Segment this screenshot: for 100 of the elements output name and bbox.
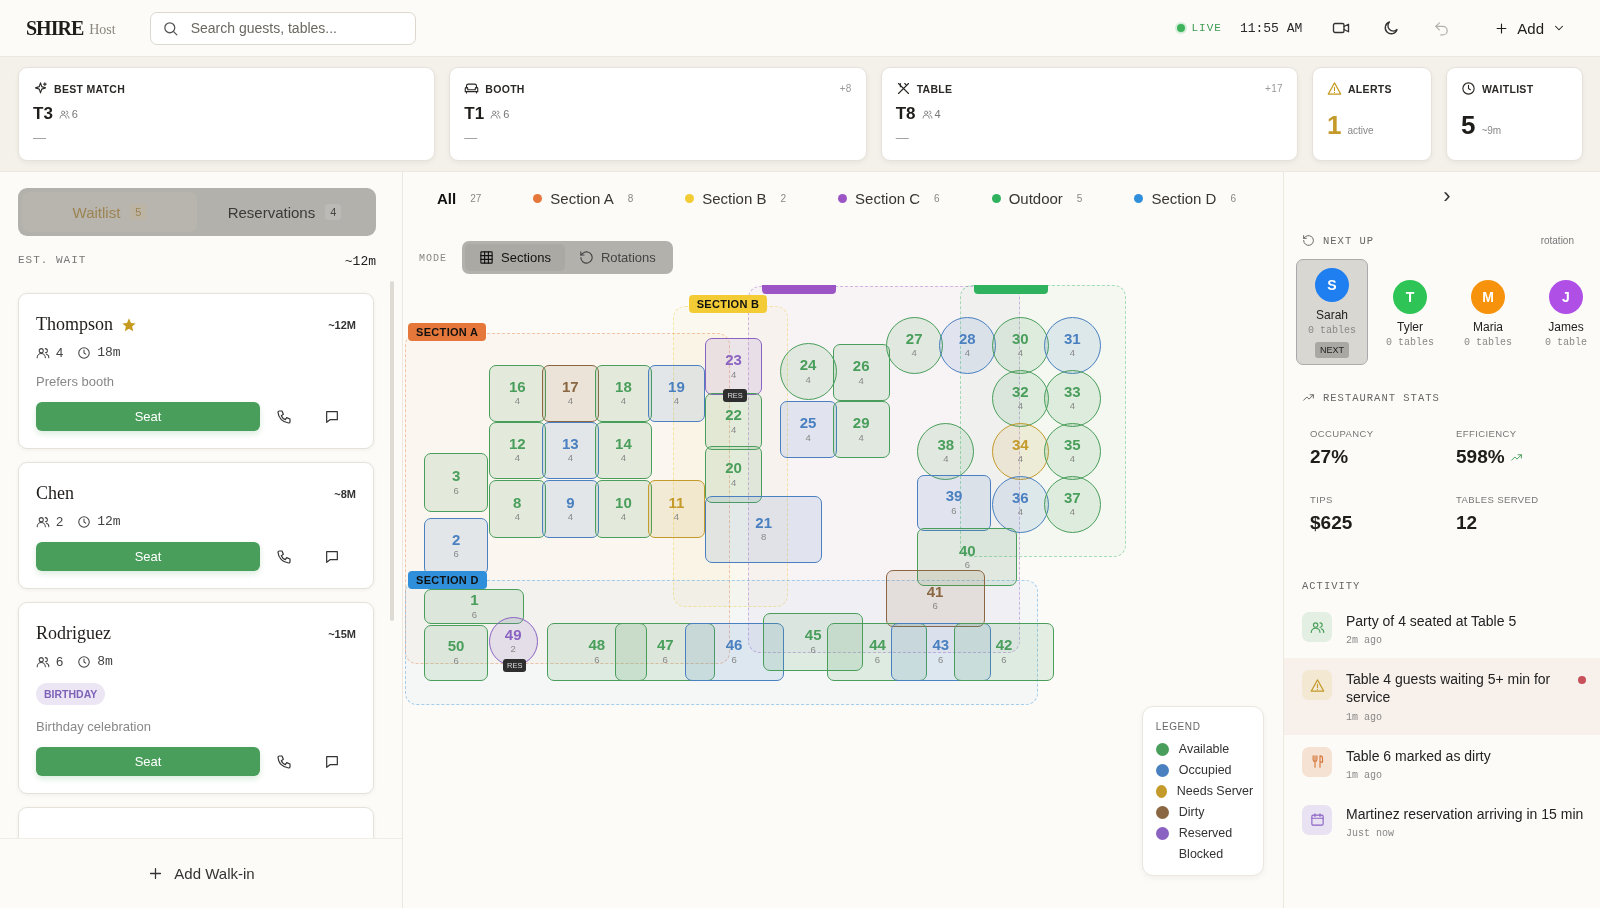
table-marker[interactable]: 28 4 [938,316,996,374]
server-card[interactable]: T Tyler 0 tables [1374,259,1446,365]
table-marker[interactable]: 33 4 [1043,369,1101,427]
section-filter[interactable]: Section D 6 [1134,189,1236,207]
activity-item[interactable]: Table 4 guests waiting 5+ min for service 1m ago [1284,658,1600,735]
logo: SHIRE [26,16,84,40]
server-avatar: S [1315,268,1349,302]
table-marker[interactable]: 11 4 [647,479,706,539]
section-filter[interactable]: Section B 2 [685,189,787,207]
table-marker[interactable]: 46 6 [684,622,784,681]
clock-icon [1461,81,1476,96]
match-card[interactable]: TABLE +17 T8 4 — [880,67,1298,161]
tab[interactable]: Reservations 4 [197,192,372,232]
party-name: Rodriguez [36,623,111,644]
server-card[interactable]: M Maria 0 tables [1452,259,1524,365]
stat-card[interactable]: ALERTS 1 active [1312,67,1432,161]
table-marker[interactable]: 10 4 [594,479,652,539]
table-marker[interactable]: 18 4 [594,364,652,422]
table-marker[interactable]: 16 4 [488,364,546,422]
match-card[interactable]: BEST MATCH T3 6 — [18,67,436,161]
section-filter[interactable]: Section A 8 [533,189,634,207]
live-dot [1177,24,1186,32]
table-marker[interactable]: 9 4 [541,479,599,539]
activity-text: Table 6 marked as dirty [1346,746,1492,765]
phone-icon [276,408,292,425]
legend-title: LEGEND [1155,721,1202,733]
table-marker[interactable]: 32 4 [991,369,1049,427]
sparkle-icon [33,81,48,96]
collapse-button[interactable]: › [1439,185,1455,207]
clock-icon [77,654,92,669]
section-filter[interactable]: All 27 [437,189,482,207]
table-marker[interactable]: 40 6 [917,527,1018,586]
table-marker[interactable]: 45 6 [763,612,864,671]
table-marker[interactable]: 36 4 [991,475,1049,533]
table-marker[interactable]: 13 4 [541,421,599,479]
legend-label: Blocked [1178,847,1224,862]
table-marker[interactable]: 3 6 [424,453,488,512]
table-marker[interactable]: 34 4 [991,422,1049,480]
server-avatar: M [1471,280,1505,314]
warning-icon [1309,677,1325,693]
seat-button[interactable]: Seat [36,402,260,431]
server-name: Maria [1473,320,1503,334]
stat-card[interactable]: WAITLIST 5 ~9m [1446,67,1583,161]
mode-option[interactable]: Sections [465,244,565,271]
match-card[interactable]: BOOTH +8 T1 6 — [449,67,867,161]
stat-label: OCCUPANCY [1310,428,1375,439]
rotate-icon [578,250,594,265]
stat-value: 5 [1461,110,1476,141]
table-marker[interactable]: 50 6 [424,624,488,681]
server-name: Tyler [1397,320,1423,334]
elapsed-time: 8m [97,654,113,669]
logo-subtitle: Host [89,22,116,38]
section-label: SECTION A [408,322,487,341]
table-marker[interactable]: 29 4 [832,401,890,459]
table-marker[interactable]: 8 4 [488,479,546,539]
message-icon [324,548,340,565]
tab[interactable]: Waitlist 5 [22,192,197,232]
table-marker[interactable]: 35 4 [1043,422,1101,480]
table-marker[interactable]: 14 4 [594,421,652,479]
table-marker[interactable]: 25 4 [779,401,837,459]
server-name: Sarah [1316,308,1348,322]
party-name: Chen [36,483,74,504]
activity-item[interactable]: Table 6 marked as dirty 1m ago [1284,734,1600,793]
people-icon [36,514,50,529]
table-marker[interactable]: 37 4 [1043,475,1101,533]
table-marker[interactable]: 12 4 [488,421,546,479]
search-field[interactable]: Search guests, tables... [149,11,416,45]
party-size: 6 [56,654,64,669]
mode-option[interactable]: Rotations [564,244,670,271]
trend-up-icon [1302,391,1315,404]
activity-item[interactable]: Party of 4 seated at Table 5 2m ago [1284,600,1600,659]
seat-button[interactable]: Seat [36,542,260,571]
add-button[interactable]: Add [1486,13,1574,43]
section-label: SECTION D [408,570,487,589]
table-marker[interactable]: 26 4 [832,344,890,402]
table-marker[interactable]: 27 4 [885,316,943,374]
section-filter[interactable]: Section C 6 [838,189,940,207]
section-filter[interactable]: Outdoor 5 [991,189,1083,207]
activity-time: Just now [1346,827,1395,839]
est-wait-label: EST. WAIT [18,254,87,268]
table-marker[interactable]: 39 6 [917,474,991,531]
party-note: Prefers booth [36,374,116,389]
legend-label: Reserved [1178,826,1233,841]
seat-button[interactable]: Seat [36,747,260,776]
table-marker[interactable]: 42 6 [954,622,1054,681]
table-marker[interactable]: 1 6 [424,589,525,624]
scrollbar[interactable] [390,281,394,621]
table-marker[interactable]: 31 4 [1043,316,1101,374]
server-card[interactable]: J James 0 table [1530,259,1600,365]
table-marker[interactable]: 19 4 [647,364,706,422]
add-walk-in-button[interactable]: Add Walk-in [137,859,265,888]
activity-item[interactable]: Martinez reservation arriving in 15 min Just now [1284,792,1600,851]
stat-value: 1 [1327,110,1342,141]
table-marker[interactable]: 21 8 [705,496,823,563]
activity-time: 1m ago [1346,711,1383,723]
table-marker[interactable]: 17 4 [541,364,599,422]
table-marker[interactable]: 30 4 [991,316,1049,374]
server-card[interactable]: S Sarah 0 tables NEXT [1296,259,1368,365]
live-label: LIVE [1191,22,1222,34]
stat-value: $625 [1310,512,1353,534]
